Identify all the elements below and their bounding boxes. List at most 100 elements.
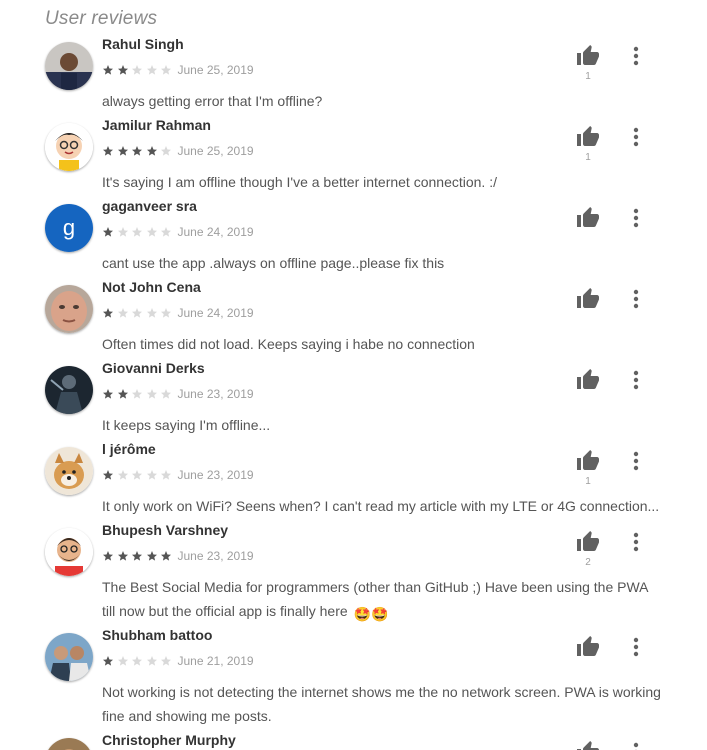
helpful-count: 2	[585, 557, 591, 568]
thumbs-up-icon[interactable]	[576, 449, 600, 473]
star-rating	[102, 226, 175, 238]
reviewer-name[interactable]: Not John Cena	[102, 279, 201, 295]
reviewer-name[interactable]: gaganveer sra	[102, 198, 197, 214]
avatar[interactable]	[45, 738, 93, 750]
review-text-content: always getting error that I'm offline?	[102, 93, 323, 109]
star-icon	[146, 65, 157, 75]
star-icon	[161, 308, 171, 318]
review-meta: June 23, 2019	[102, 467, 254, 483]
thumbs-up-icon[interactable]	[576, 44, 600, 68]
star-rating	[102, 145, 175, 157]
thumbs-up-icon[interactable]	[576, 287, 600, 311]
star-icon	[146, 470, 157, 480]
reviewer-name[interactable]: Jamilur Rahman	[102, 117, 211, 133]
avatar[interactable]	[45, 123, 93, 171]
star-icon	[132, 65, 142, 75]
star-icon	[161, 389, 171, 399]
star-icon	[103, 308, 113, 318]
svg-text:g: g	[63, 215, 75, 240]
review-text: Often times did not load. Keeps saying i…	[102, 332, 662, 356]
review-text: It's saying I am offline though I've a b…	[102, 170, 662, 194]
review-text: It keeps saying I'm offline...	[102, 413, 662, 437]
emoji: 🤩🤩	[353, 606, 389, 622]
star-icon	[161, 146, 171, 156]
star-icon	[117, 308, 128, 318]
reviewer-name[interactable]: Shubham battoo	[102, 627, 212, 643]
review-text-content: Often times did not load. Keeps saying i…	[102, 336, 475, 352]
reviewer-name[interactable]: l jérôme	[102, 441, 156, 457]
reviews-page: User reviews Rahul Singh June 25, 2019 alw…	[0, 0, 707, 750]
avatar[interactable]: g	[45, 204, 93, 252]
review-text-content: It's saying I am offline though I've a b…	[102, 174, 497, 190]
helpful-count: 1	[585, 71, 591, 82]
star-icon	[161, 227, 171, 237]
star-icon	[117, 227, 128, 237]
star-icon	[117, 470, 128, 480]
thumbs-up-icon[interactable]	[576, 125, 600, 149]
star-rating	[102, 655, 175, 667]
star-icon	[146, 146, 157, 156]
thumbs-up-icon[interactable]	[576, 368, 600, 392]
helpful-count: 1	[585, 152, 591, 163]
star-icon	[103, 389, 113, 399]
avatar[interactable]	[45, 447, 93, 495]
more-options-icon[interactable]	[626, 740, 646, 750]
reviewer-name[interactable]: Giovanni Derks	[102, 360, 205, 376]
review-meta: June 24, 2019	[102, 305, 254, 321]
star-icon	[103, 227, 113, 237]
review-meta: June 23, 2019	[102, 548, 254, 564]
review-date: June 24, 2019	[177, 225, 254, 239]
star-icon	[117, 389, 128, 399]
review-meta: June 25, 2019	[102, 143, 254, 159]
thumbs-up-icon[interactable]	[576, 206, 600, 230]
helpful-count: 1	[585, 476, 591, 487]
star-icon	[117, 146, 128, 156]
star-icon	[117, 656, 128, 666]
star-icon	[132, 389, 142, 399]
more-options-icon[interactable]	[626, 125, 646, 149]
star-icon	[103, 146, 113, 156]
star-icon	[117, 551, 128, 561]
star-rating	[102, 64, 175, 76]
star-icon	[132, 146, 142, 156]
star-icon	[117, 65, 128, 75]
star-icon	[146, 389, 157, 399]
reviewer-name[interactable]: Bhupesh Varshney	[102, 522, 228, 538]
thumbs-up-icon[interactable]	[576, 635, 600, 659]
star-icon	[132, 551, 142, 561]
more-options-icon[interactable]	[626, 368, 646, 392]
review-date: June 25, 2019	[177, 144, 254, 158]
review-text: Not working is not detecting the interne…	[102, 680, 662, 728]
star-icon	[161, 65, 171, 75]
review-meta: June 21, 2019	[102, 653, 254, 669]
review-text-content: It only work on WiFi? Seens when? I can'…	[102, 498, 660, 514]
review-text: The Best Social Media for programmers (o…	[102, 575, 662, 626]
avatar[interactable]	[45, 633, 93, 681]
reviewer-name[interactable]: Rahul Singh	[102, 36, 184, 52]
more-options-icon[interactable]	[626, 449, 646, 473]
review-meta: June 25, 2019	[102, 62, 254, 78]
more-options-icon[interactable]	[626, 44, 646, 68]
more-options-icon[interactable]	[626, 530, 646, 554]
review-date: June 24, 2019	[177, 306, 254, 320]
more-options-icon[interactable]	[626, 287, 646, 311]
reviewer-name[interactable]: Christopher Murphy	[102, 732, 236, 748]
review-date: June 23, 2019	[177, 387, 254, 401]
star-rating	[102, 307, 175, 319]
review-text-content: Not working is not detecting the interne…	[102, 684, 661, 724]
star-rating	[102, 388, 175, 400]
star-icon	[146, 656, 157, 666]
more-options-icon[interactable]	[626, 206, 646, 230]
thumbs-up-icon[interactable]	[576, 740, 600, 750]
review-date: June 23, 2019	[177, 468, 254, 482]
star-icon	[103, 65, 113, 75]
more-options-icon[interactable]	[626, 635, 646, 659]
avatar[interactable]	[45, 528, 93, 576]
avatar[interactable]	[45, 366, 93, 414]
thumbs-up-icon[interactable]	[576, 530, 600, 554]
avatar[interactable]	[45, 285, 93, 333]
star-rating	[102, 550, 175, 562]
star-icon	[103, 470, 113, 480]
star-rating	[102, 469, 175, 481]
avatar[interactable]	[45, 42, 93, 90]
